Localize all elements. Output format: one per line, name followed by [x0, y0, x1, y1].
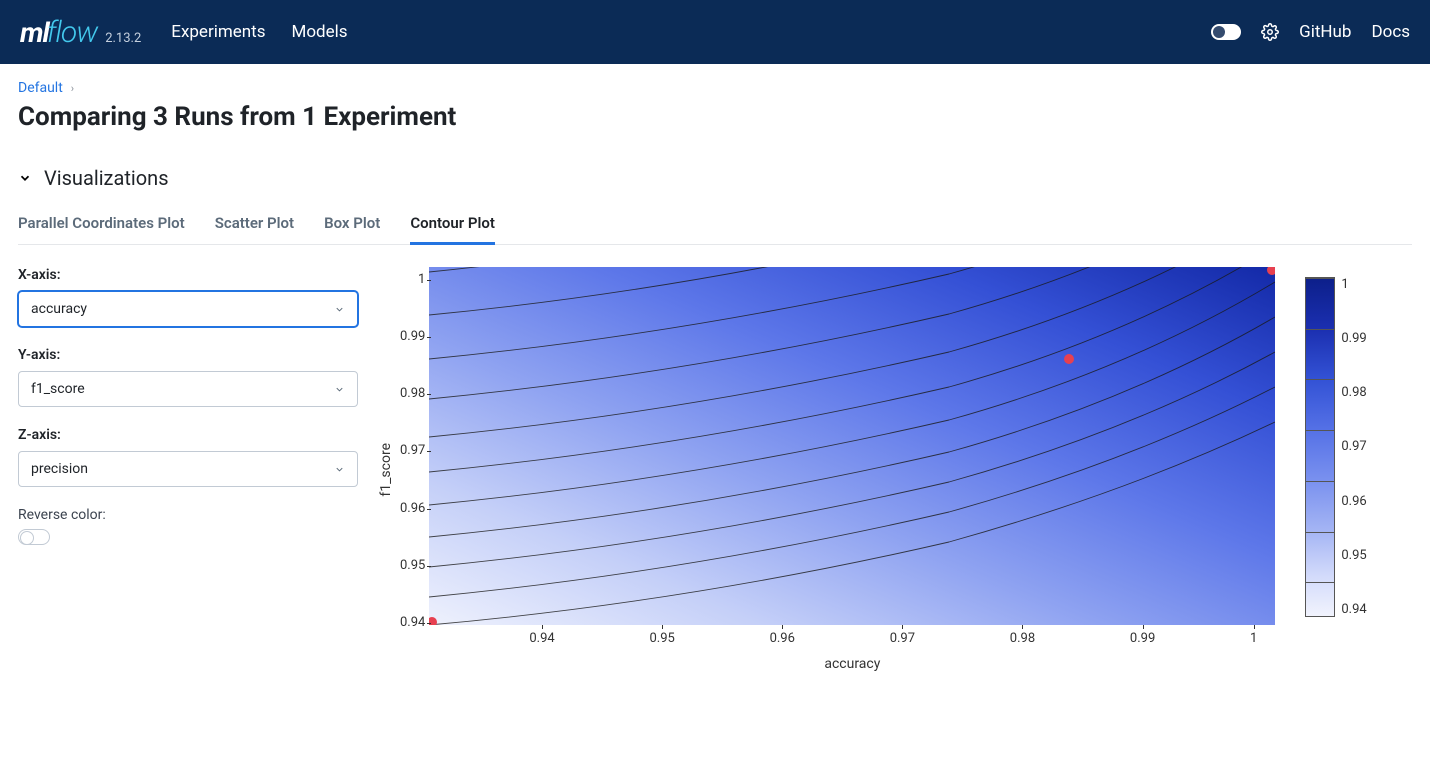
contour-svg [429, 267, 1275, 625]
logo-flow: flow [47, 15, 97, 50]
nav-models[interactable]: Models [291, 22, 347, 42]
x-axis-ticks: 0.94 0.95 0.96 0.97 0.98 0.99 1 [429, 631, 1275, 646]
chevron-down-icon [334, 464, 345, 475]
reverse-color-label: Reverse color: [18, 507, 348, 523]
data-point [1064, 354, 1074, 364]
reverse-color-toggle[interactable] [18, 529, 50, 545]
colorbar: 1 0.99 0.98 0.97 0.96 0.95 0.94 [1305, 267, 1366, 672]
tab-parallel[interactable]: Parallel Coordinates Plot [18, 214, 185, 244]
chevron-right-icon: › [71, 82, 74, 95]
app-header: ml flow 2.13.2 Experiments Models GitHub… [0, 0, 1430, 64]
logo-ml: ml [20, 16, 49, 49]
z-axis-label: Z-axis: [18, 427, 348, 443]
y-axis-ticks: 1 0.99 0.98 0.97 0.96 0.95 0.94 [400, 272, 429, 630]
gear-icon[interactable] [1261, 23, 1279, 41]
colorbar-ticks: 1 0.99 0.98 0.97 0.96 0.95 0.94 [1341, 277, 1366, 617]
contour-chart: f1_score 1 0.99 0.98 0.97 0.96 0.95 0.94 [378, 267, 1412, 672]
link-docs[interactable]: Docs [1371, 22, 1410, 42]
y-axis-title: f1_score [378, 443, 394, 497]
x-axis-label: X-axis: [18, 267, 348, 283]
chevron-down-icon [18, 171, 32, 185]
page-content: Default › Comparing 3 Runs from 1 Experi… [0, 64, 1430, 688]
y-axis-select[interactable]: f1_score [18, 371, 358, 407]
section-visualizations[interactable]: Visualizations [18, 166, 1412, 190]
z-axis-value: precision [31, 461, 88, 477]
nav-experiments[interactable]: Experiments [171, 22, 265, 42]
tab-box[interactable]: Box Plot [324, 214, 380, 244]
breadcrumb: Default › [18, 80, 1412, 96]
logo-version: 2.13.2 [105, 31, 141, 46]
tab-contour[interactable]: Contour Plot [410, 214, 495, 245]
plot-surface[interactable]: 0.94 0.95 0.96 0.97 0.98 0.99 1 accuracy [429, 267, 1275, 672]
breadcrumb-root[interactable]: Default [18, 80, 63, 96]
chevron-down-icon [334, 304, 345, 315]
chart-controls: X-axis: accuracy Y-axis: f1_score Z-axis… [18, 267, 378, 672]
tab-scatter[interactable]: Scatter Plot [215, 214, 294, 244]
primary-nav: Experiments Models [171, 22, 347, 42]
theme-toggle[interactable] [1211, 24, 1241, 40]
header-right: GitHub Docs [1211, 22, 1410, 42]
logo[interactable]: ml flow 2.13.2 [20, 15, 141, 50]
x-axis-value: accuracy [31, 301, 87, 317]
section-title: Visualizations [44, 166, 169, 190]
x-axis-select[interactable]: accuracy [18, 291, 358, 327]
chevron-down-icon [334, 384, 345, 395]
viz-tabs: Parallel Coordinates Plot Scatter Plot B… [18, 214, 1412, 245]
plot-area: X-axis: accuracy Y-axis: f1_score Z-axis… [18, 267, 1412, 672]
x-axis-title: accuracy [429, 656, 1275, 672]
z-axis-select[interactable]: precision [18, 451, 358, 487]
y-axis-label: Y-axis: [18, 347, 348, 363]
page-title: Comparing 3 Runs from 1 Experiment [18, 102, 1412, 132]
colorbar-gradient [1305, 277, 1335, 617]
link-github[interactable]: GitHub [1299, 22, 1351, 42]
y-axis-value: f1_score [31, 381, 85, 397]
